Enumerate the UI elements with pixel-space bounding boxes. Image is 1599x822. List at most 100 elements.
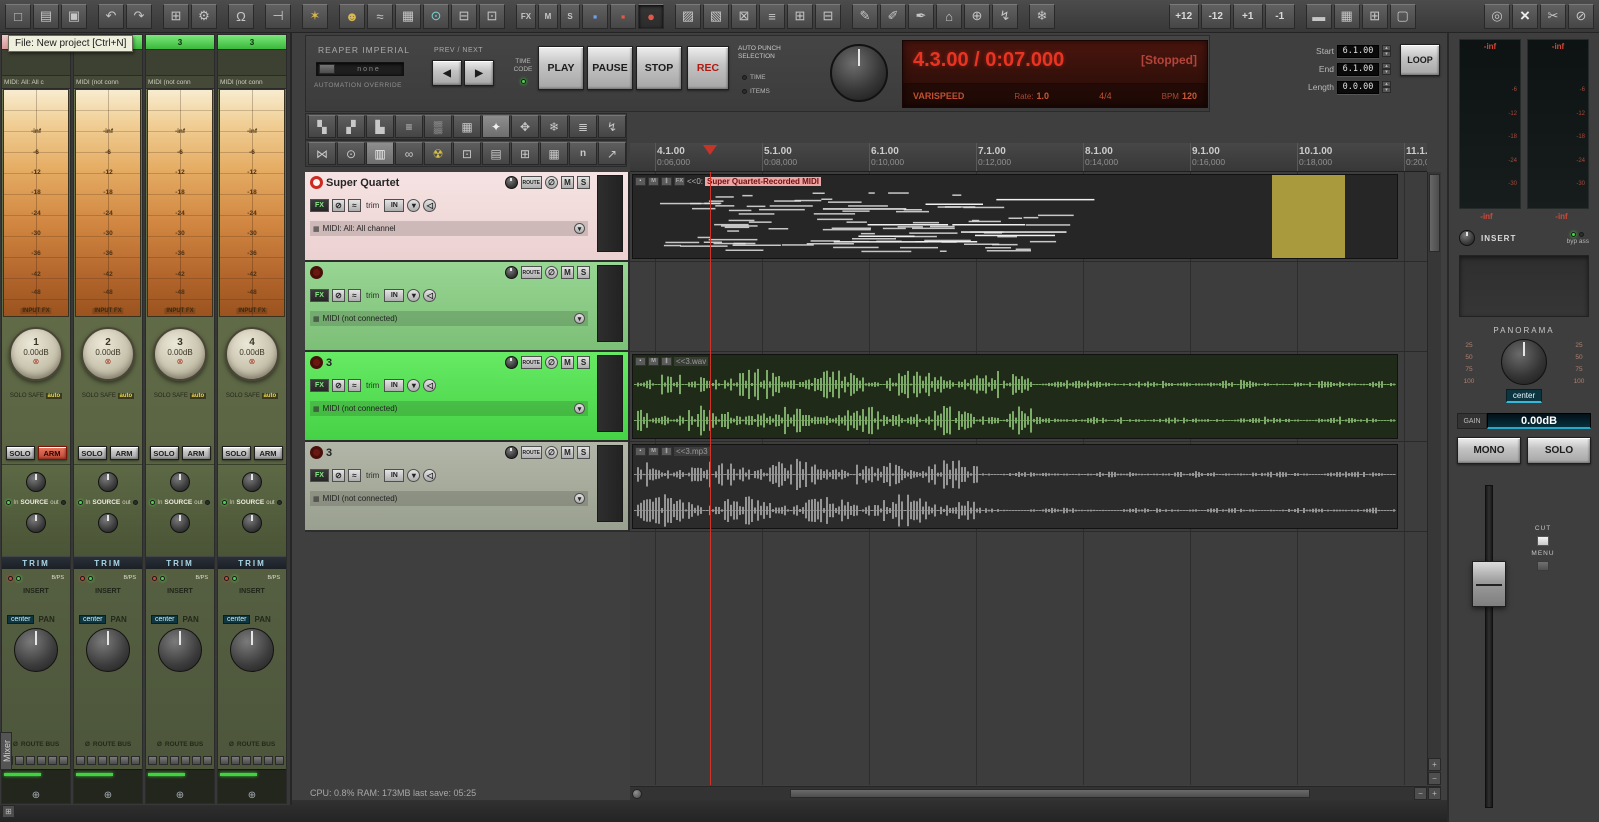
bypass-label[interactable]: byp ass [1567, 238, 1589, 245]
group-items-button[interactable]: ⊞ [787, 3, 813, 29]
fx-bypass-button[interactable]: ⊘ [332, 289, 345, 302]
route-chip[interactable] [109, 755, 118, 765]
pitch-down-12-button[interactable]: -12 [1200, 3, 1231, 29]
item-edit-mode-button[interactable]: ⊡ [453, 142, 481, 165]
track-template-button[interactable]: ▞ [337, 115, 365, 138]
channel-arm-button[interactable]: ARM [109, 446, 139, 460]
master-fader-handle[interactable] [1472, 561, 1506, 607]
new-project-button[interactable]: □ [5, 3, 31, 29]
freeze-track-button[interactable]: ❄ [1029, 3, 1055, 29]
media-explorer-button[interactable]: ▦ [395, 3, 421, 29]
input-dropdown-icon[interactable]: ▾ [407, 199, 421, 212]
item-fx-icon[interactable]: FX [674, 176, 685, 186]
playback-position[interactable]: 4.3.00 / 0:07.000 [913, 49, 1064, 72]
item-lock-icon[interactable]: ▪ [635, 176, 646, 186]
scroll-home-button[interactable] [632, 789, 642, 799]
solo-button[interactable]: S [577, 446, 590, 459]
video-window-button[interactable]: ⊡ [479, 3, 505, 29]
track-layouts-button[interactable]: ▙ [366, 115, 394, 138]
start-spinner[interactable]: ▴ ▾ [1382, 45, 1391, 57]
route-bus-row[interactable]: Ø ROUTE BUS [218, 738, 286, 751]
input-gain-knob[interactable] [26, 472, 46, 492]
razor-edit-button[interactable]: ⊞ [511, 142, 539, 165]
pitch-down-1-button[interactable]: -1 [1264, 3, 1295, 29]
item-name[interactable]: <<3.wav [674, 356, 709, 366]
envelope-button[interactable]: ≈ [348, 199, 361, 212]
phase-icon[interactable]: Ø [229, 741, 234, 748]
item-name[interactable]: Super Quartet-Recorded MIDI [705, 176, 822, 186]
lanes-button[interactable]: ≣ [569, 115, 597, 138]
track-lane-3[interactable]: ▪ M ∥ <<3.wav [630, 352, 1427, 442]
route-chip[interactable] [37, 755, 46, 765]
time-display[interactable]: 4.3.00 / 0:07.000 [Stopped] VARISPEED Ra… [902, 40, 1208, 108]
toolbar-spacer-2[interactable] [1418, 4, 1473, 29]
midi-dropdown-icon[interactable]: ▾ [574, 403, 585, 414]
arrange-view[interactable]: ▪ M ∥ FX <<0: Super Quartet-Recorded MID… [630, 172, 1427, 785]
time-selection-button[interactable]: ⋈ [308, 142, 336, 165]
docker-button[interactable]: ▦ [540, 142, 568, 165]
track-name[interactable]: 3 [326, 447, 502, 459]
mute-button[interactable]: M [561, 446, 574, 459]
record-button[interactable]: REC [687, 46, 729, 90]
channel-volume-knob[interactable]: 2 0.00dB ⊗ [81, 327, 135, 381]
input-button[interactable]: IN [384, 469, 405, 482]
meter-peak-value[interactable]: -inf [1528, 42, 1588, 51]
item-edit-button[interactable]: ▨ [675, 3, 701, 29]
mute-button[interactable]: M [561, 356, 574, 369]
video-monitor-button[interactable]: ▢ [1389, 3, 1416, 29]
route-bus-row[interactable]: Ø ROUTE BUS [74, 738, 142, 751]
item-properties-icon[interactable]: ∥ [661, 176, 672, 186]
item-properties-icon[interactable]: ∥ [661, 356, 672, 366]
loop-selection-button[interactable]: ⊙ [337, 142, 365, 165]
source-label[interactable]: SOURCE [92, 499, 120, 506]
input-button[interactable]: IN [384, 199, 405, 212]
item-properties-icon[interactable]: ∥ [661, 446, 672, 456]
track-lane-2[interactable] [630, 262, 1427, 352]
input-fx-button[interactable]: INPUT FX [20, 308, 52, 314]
track-name[interactable]: Super Quartet [326, 177, 502, 189]
envelope-button[interactable]: ≈ [348, 469, 361, 482]
meter-peak-value[interactable]: -inf [1460, 42, 1520, 51]
vertical-zoom-out-button[interactable]: − [1428, 772, 1441, 785]
channel-input-label[interactable]: MIDI (not conn [146, 76, 214, 89]
output-gain-knob[interactable] [242, 513, 262, 533]
midi-dropdown-icon[interactable]: ▾ [574, 493, 585, 504]
channel-name-badge[interactable]: 3 [146, 35, 214, 50]
horizontal-scrollbar[interactable]: − + [630, 786, 1441, 800]
item-lock-icon[interactable]: ▪ [635, 356, 646, 366]
route-chip[interactable] [148, 755, 157, 765]
route-button[interactable]: ROUTE [520, 446, 542, 459]
phase-icon[interactable]: Ø [13, 741, 18, 748]
marker-insert-button[interactable]: ✐ [880, 3, 906, 29]
automation-mode-label[interactable]: auto [117, 393, 135, 399]
end-spinner[interactable]: ▴ ▾ [1382, 63, 1391, 75]
route-chip[interactable] [242, 755, 251, 765]
channel-level-meter[interactable]: -inf -6 -12 -18 -24 -30 -36 -42 -48 INPU… [147, 89, 213, 317]
source-label[interactable]: SOURCE [236, 499, 264, 506]
render-button[interactable]: ◎ [1484, 3, 1510, 29]
channel-solo-button[interactable]: SOLO [77, 446, 107, 460]
channel-pan-knob[interactable] [86, 628, 130, 672]
bypass-label[interactable]: B/PS [123, 575, 136, 581]
midi-input-label[interactable]: MIDI (not connected) [323, 314, 571, 323]
pan-value[interactable]: center [151, 615, 179, 624]
input-button[interactable]: IN [384, 379, 405, 392]
virtual-keyboard-button[interactable]: ▬ [1305, 3, 1332, 29]
punch-time-option[interactable]: TIME [742, 74, 766, 81]
time-signature[interactable]: 4/4 [1099, 91, 1112, 101]
master-fader-track[interactable] [1485, 485, 1493, 808]
length-spinner[interactable]: ▴ ▾ [1382, 81, 1391, 93]
input-gain-knob[interactable] [170, 472, 190, 492]
add-send-icon[interactable]: ⊕ [104, 790, 112, 801]
track-height-button[interactable]: ≡ [395, 115, 423, 138]
Super Quartet[interactable]: Super Quartet ROUTE ∅ M S FX ⊘ ≈ trim IN… [305, 172, 628, 262]
route-chip[interactable] [231, 755, 240, 765]
track-lane-4[interactable]: ▪ M ∥ <<3.mp3 [630, 442, 1427, 532]
route-chip[interactable] [192, 755, 201, 765]
channel-arm-button[interactable]: ARM [37, 446, 67, 460]
route-chip[interactable] [76, 755, 85, 765]
track-volume-knob[interactable] [504, 266, 518, 279]
channel-input-label[interactable]: MIDI: All: All c [2, 76, 70, 89]
input-fx-button[interactable]: INPUT FX [236, 308, 268, 314]
mixer-toggle-button[interactable]: ▦ [1333, 3, 1360, 29]
